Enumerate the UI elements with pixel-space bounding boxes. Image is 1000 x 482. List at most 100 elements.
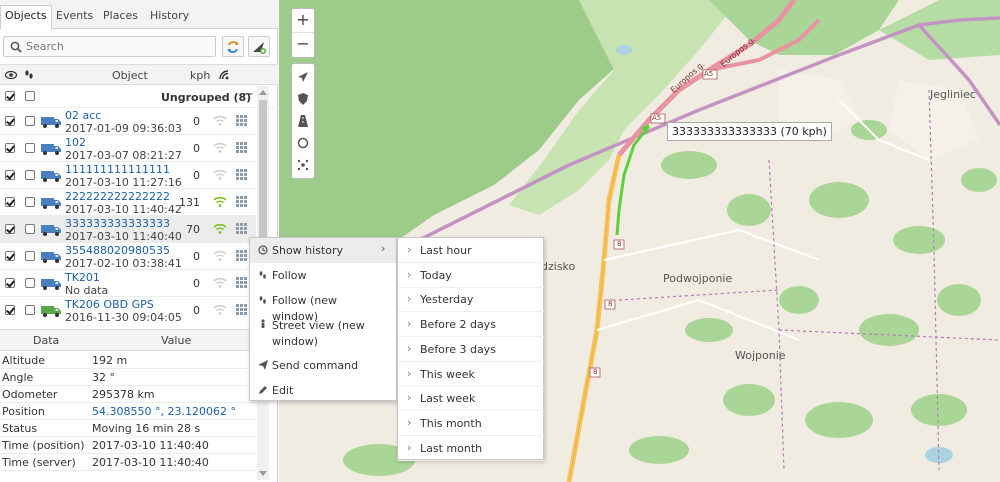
group-visible-checkbox[interactable] bbox=[5, 91, 15, 101]
object-speed: 0 bbox=[193, 250, 200, 263]
object-follow-checkbox[interactable] bbox=[25, 278, 35, 288]
shield-icon[interactable] bbox=[296, 92, 310, 106]
object-follow-checkbox[interactable] bbox=[25, 170, 35, 180]
history-menu-item[interactable]: › Today bbox=[398, 263, 544, 288]
object-visible-checkbox[interactable] bbox=[5, 278, 15, 288]
add-icon bbox=[253, 42, 266, 54]
tab-objects[interactable]: Objects bbox=[0, 5, 52, 30]
chevron-right-icon: › bbox=[407, 440, 412, 454]
group-label: Ungrouped (8) bbox=[161, 91, 252, 104]
eye-icon[interactable] bbox=[5, 69, 17, 81]
object-name: TK206 OBD GPS bbox=[65, 298, 154, 311]
road-icon[interactable] bbox=[296, 114, 310, 128]
group-row[interactable]: Ungrouped (8) − bbox=[0, 86, 278, 108]
scroll-thumb[interactable] bbox=[259, 100, 267, 250]
history-menu-item[interactable]: › Yesterday bbox=[398, 287, 544, 313]
details-row: Odometer 295378 km bbox=[0, 386, 256, 403]
add-object-button[interactable] bbox=[248, 36, 270, 57]
context-menu-item[interactable]: Street view (new window) bbox=[250, 313, 396, 353]
object-visible-checkbox[interactable] bbox=[5, 197, 15, 207]
search-input[interactable] bbox=[26, 39, 211, 54]
object-visible-checkbox[interactable] bbox=[5, 251, 15, 261]
cluster-icon[interactable] bbox=[296, 158, 310, 172]
truck-icon bbox=[40, 223, 62, 240]
signal-icon bbox=[213, 169, 227, 184]
zoom-out-button[interactable]: − bbox=[292, 33, 314, 57]
footprints-icon[interactable] bbox=[24, 69, 34, 81]
object-row[interactable]: 02 acc 2017-01-09 09:36:03 0 bbox=[0, 108, 256, 135]
column-kph[interactable]: kph bbox=[190, 69, 210, 82]
context-menu-item[interactable]: Send command bbox=[250, 353, 396, 378]
history-menu-item[interactable]: › Last month bbox=[398, 436, 544, 461]
history-menu-label: Last hour bbox=[420, 244, 472, 257]
object-visible-checkbox[interactable] bbox=[5, 143, 15, 153]
refresh-button[interactable] bbox=[222, 36, 244, 57]
object-tooltip: 333333333333333 (70 kph) bbox=[667, 122, 832, 141]
tab-places[interactable]: Places bbox=[99, 6, 142, 29]
object-row[interactable]: TK206 OBD GPS 2016-11-30 09:04:05 0 bbox=[0, 297, 256, 322]
left-panel: Objects Events Places History Object kph… bbox=[0, 0, 278, 482]
object-row[interactable]: 111111111111111 2017-03-10 11:27:16 0 bbox=[0, 162, 256, 189]
object-visible-checkbox[interactable] bbox=[5, 224, 15, 234]
search-box bbox=[3, 36, 216, 57]
history-menu-item[interactable]: › Last week bbox=[398, 386, 544, 412]
object-follow-checkbox[interactable] bbox=[25, 197, 35, 207]
scroll-up-arrow[interactable] bbox=[259, 90, 267, 95]
object-menu-icon[interactable] bbox=[236, 223, 248, 238]
object-follow-checkbox[interactable] bbox=[25, 224, 35, 234]
send-icon bbox=[258, 360, 268, 373]
context-menu-label: Send command bbox=[272, 359, 359, 372]
history-menu-item[interactable]: › Before 2 days bbox=[398, 312, 544, 338]
signal-header-icon[interactable] bbox=[218, 69, 230, 81]
object-row[interactable]: 222222222222222 2017-03-10 11:40:42 131 bbox=[0, 189, 256, 216]
detail-key: Altitude bbox=[2, 354, 45, 367]
context-menu-item[interactable]: Follow (new window) bbox=[250, 288, 396, 323]
context-menu-item[interactable]: Follow bbox=[250, 263, 396, 288]
scroll-down-arrow[interactable] bbox=[259, 471, 267, 476]
place-label-dzisko: dzisko bbox=[541, 260, 576, 273]
history-menu-item[interactable]: › Last hour bbox=[398, 238, 544, 263]
context-menu-item[interactable]: Show history › bbox=[250, 238, 396, 263]
context-menu-item[interactable]: Edit bbox=[250, 378, 396, 402]
object-follow-checkbox[interactable] bbox=[25, 116, 35, 126]
edit-icon bbox=[258, 385, 268, 398]
zoom-in-button[interactable]: + bbox=[292, 9, 314, 33]
history-menu-item[interactable]: › This month bbox=[398, 411, 544, 436]
object-name: 111111111111111 bbox=[65, 163, 170, 176]
object-menu-icon[interactable] bbox=[236, 250, 248, 265]
object-row[interactable]: 355488020980535 2017-02-10 03:38:41 0 bbox=[0, 243, 256, 270]
object-menu-icon[interactable] bbox=[236, 277, 248, 292]
object-row[interactable]: TK201 No data 0 bbox=[0, 270, 256, 297]
context-menu-label: Edit bbox=[272, 384, 294, 397]
road-label-8: 8 bbox=[608, 300, 613, 308]
tab-history[interactable]: History bbox=[146, 6, 193, 29]
object-follow-checkbox[interactable] bbox=[25, 143, 35, 153]
object-menu-icon[interactable] bbox=[236, 304, 248, 319]
circle-icon[interactable] bbox=[296, 136, 310, 150]
object-menu-icon[interactable] bbox=[236, 142, 248, 157]
truck-icon bbox=[40, 115, 62, 132]
detail-value[interactable]: 54.308550 °, 23.120062 ° bbox=[92, 405, 236, 418]
group-follow-checkbox[interactable] bbox=[25, 91, 35, 101]
object-row[interactable]: 333333333333333 2017-03-10 11:40:40 70 bbox=[0, 216, 256, 243]
tab-events[interactable]: Events bbox=[52, 6, 97, 29]
object-menu-icon[interactable] bbox=[236, 169, 248, 184]
object-menu-icon[interactable] bbox=[236, 115, 248, 130]
group-collapse-button[interactable]: − bbox=[243, 87, 254, 102]
column-object[interactable]: Object bbox=[112, 69, 148, 82]
object-menu-icon[interactable] bbox=[236, 196, 248, 211]
object-visible-checkbox[interactable] bbox=[5, 305, 15, 315]
object-visible-checkbox[interactable] bbox=[5, 170, 15, 180]
truck-icon bbox=[40, 169, 62, 186]
object-follow-checkbox[interactable] bbox=[25, 305, 35, 315]
object-row[interactable]: 102 2017-03-07 08:21:27 0 bbox=[0, 135, 256, 162]
history-menu-item[interactable]: › Before 3 days bbox=[398, 337, 544, 362]
history-menu-item[interactable]: › This week bbox=[398, 362, 544, 387]
history-icon bbox=[258, 245, 268, 258]
object-visible-checkbox[interactable] bbox=[5, 116, 15, 126]
road-label-a5: A5 bbox=[652, 114, 662, 122]
history-menu-label: Last week bbox=[420, 392, 476, 406]
history-menu-label: Before 3 days bbox=[420, 342, 496, 356]
object-follow-checkbox[interactable] bbox=[25, 251, 35, 261]
locate-icon[interactable] bbox=[296, 70, 310, 84]
